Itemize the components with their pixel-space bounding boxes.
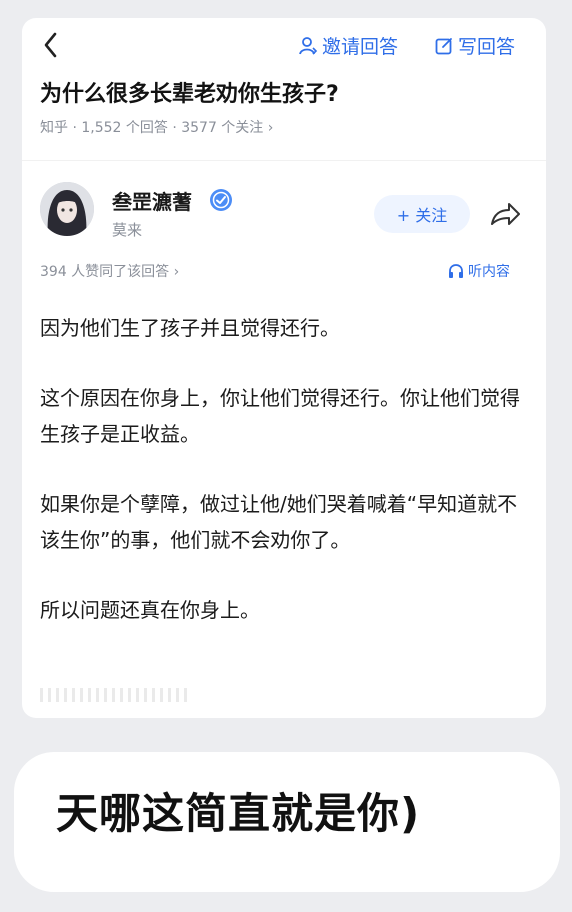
listen-label: 听内容: [468, 264, 510, 280]
avatar-image: [40, 182, 94, 236]
write-answer-button[interactable]: 写回答: [434, 32, 515, 59]
author-name[interactable]: 叁罡瀌蓍: [112, 186, 192, 215]
top-bar: 邀请回答 写回答: [22, 18, 546, 73]
question-title[interactable]: 为什么很多长辈老劝你生孩子?: [40, 76, 339, 108]
answer-paragraph: 这个原因在你身上，你让他们觉得还行。你让他们觉得生孩子是正收益。: [40, 386, 520, 446]
person-icon: [299, 36, 318, 55]
edit-icon: [435, 37, 452, 54]
verified-badge-icon: [210, 189, 232, 211]
headphones-icon: [449, 264, 463, 278]
author-subtitle: 莫来: [112, 221, 143, 239]
share-icon[interactable]: [488, 198, 522, 230]
invite-answer-label: 邀请回答: [322, 36, 399, 58]
question-meta[interactable]: 知乎 · 1,552 个回答 · 3577 个关注 ›: [40, 117, 273, 137]
likes-count[interactable]: 394 人赞同了该回答 ›: [40, 261, 179, 281]
answer-body: 因为他们生了孩子并且觉得还行。 这个原因在你身上，你让他们觉得还行。你让他们觉得…: [40, 310, 532, 662]
answer-paragraph: 如果你是个孽障，做过让他/她们哭着喊着“早知道就不该生你”的事，他们就不会劝你了…: [40, 492, 518, 552]
follow-button[interactable]: + 关注: [374, 195, 470, 233]
chevron-left-icon[interactable]: [40, 30, 62, 60]
avatar[interactable]: [40, 182, 94, 236]
write-answer-label: 写回答: [458, 36, 516, 58]
caption-bubble: 天哪这简直就是你): [14, 752, 560, 892]
fade-indicator: [40, 688, 190, 702]
answer-paragraph: 因为他们生了孩子并且觉得还行。: [40, 316, 340, 340]
invite-answer-button[interactable]: 邀请回答: [298, 32, 398, 59]
listen-button[interactable]: 听内容: [448, 261, 510, 281]
caption-text: 天哪这简直就是你): [56, 789, 421, 838]
answer-card: 邀请回答 写回答 为什么很多长辈老劝你生孩子? 知乎 · 1,552 个回答 ·…: [22, 18, 546, 718]
answer-paragraph: 所以问题还真在你身上。: [40, 598, 260, 622]
divider: [22, 160, 546, 161]
